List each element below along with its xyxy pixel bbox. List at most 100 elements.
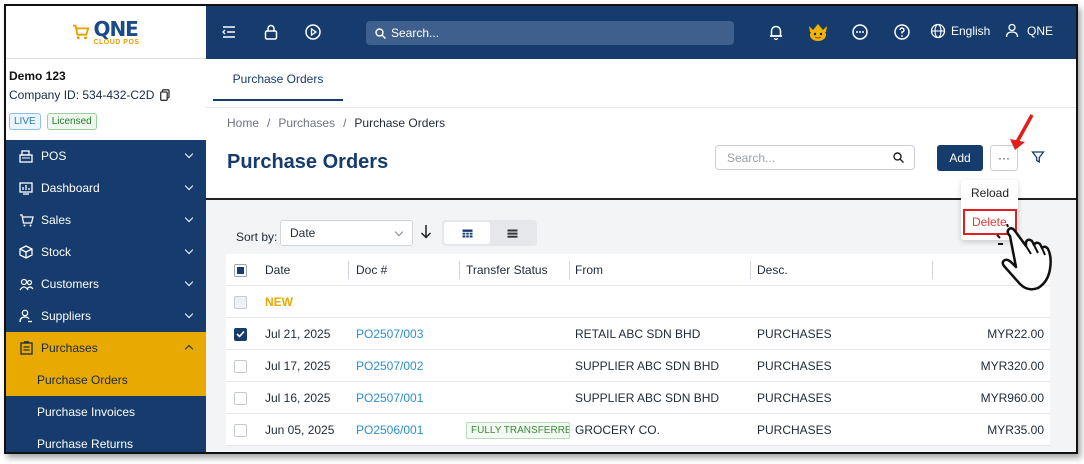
list-view-icon (507, 229, 517, 238)
pos-register-icon (18, 148, 34, 164)
menu-item-reload[interactable]: Reload (961, 180, 1018, 206)
search-icon (375, 27, 386, 39)
chevron-down-icon (184, 277, 194, 287)
live-badge: LIVE (9, 113, 41, 130)
sidebar-item-pos[interactable]: POS (6, 140, 206, 172)
row-checkbox[interactable] (234, 327, 247, 341)
row-doc-link[interactable]: PO2506/001 (356, 414, 423, 446)
row-checkbox[interactable] (234, 391, 247, 405)
pointing-hand-icon (996, 224, 1052, 291)
company-id: Company ID: 534-432-C2D (9, 88, 203, 102)
view-toggle (442, 220, 537, 246)
play-icon[interactable] (304, 23, 322, 41)
row-amount: MYR22.00 (987, 327, 1044, 341)
sidebar-nav: POS Dashboard Sales Stock Customers Supp… (6, 140, 206, 452)
column-header-desc[interactable]: Desc. (757, 254, 788, 286)
add-button[interactable]: Add (937, 145, 983, 171)
row-checkbox[interactable] (234, 359, 247, 373)
dashboard-icon (18, 180, 34, 196)
sidebar-subitem-purchase-returns[interactable]: Purchase Returns (6, 428, 206, 452)
table-row[interactable]: Jul 17, 2025 PO2507/002 SUPPLIER ABC SDN… (226, 350, 1050, 382)
sidebar-item-stock[interactable]: Stock (6, 236, 206, 268)
row-amount: MYR35.00 (987, 423, 1044, 437)
language-label: English (951, 24, 991, 38)
column-header-doc[interactable]: Doc # (356, 254, 387, 286)
table-row[interactable]: Jun 05, 2025 PO2506/001 FULLY TRANSFERRE… (226, 414, 1050, 446)
row-date: Jul 17, 2025 (265, 359, 331, 373)
sidebar-item-sales[interactable]: Sales (6, 204, 206, 236)
page-title: Purchase Orders (227, 151, 389, 173)
help-icon[interactable] (893, 23, 911, 41)
group-label: NEW (265, 295, 293, 309)
row-date: Jul 21, 2025 (265, 327, 331, 341)
logo-area[interactable]: QNE CLOUD POS (6, 6, 206, 59)
sidebar-item-label: Purchases (41, 341, 98, 355)
tab-purchase-orders[interactable]: Purchase Orders (213, 59, 343, 101)
sidebar-item-customers[interactable]: Customers (6, 268, 206, 300)
lock-icon[interactable] (262, 23, 280, 41)
column-header-transfer-status[interactable]: Transfer Status (466, 254, 548, 286)
sort-select[interactable]: Date (280, 220, 413, 246)
list-search-input[interactable]: Search... (715, 145, 915, 170)
row-desc: PURCHASES (757, 359, 832, 373)
customers-icon (18, 276, 34, 292)
supplier-icon (18, 308, 34, 324)
sidebar-item-label: Dashboard (41, 181, 100, 195)
row-desc: PURCHASES (757, 423, 832, 437)
sidebar-subitem-purchase-orders[interactable]: Purchase Orders (6, 364, 206, 396)
column-header-date[interactable]: Date (265, 254, 290, 286)
check-icon (236, 330, 245, 338)
row-from: SUPPLIER ABC SDN BHD (575, 391, 720, 405)
logo-subtext: CLOUD POS (93, 38, 140, 46)
sidebar-item-label: Stock (41, 245, 72, 259)
row-from: GROCERY CO. (575, 423, 660, 437)
purchase-icon (18, 340, 34, 356)
language-selector[interactable]: English (930, 23, 990, 39)
group-checkbox[interactable] (234, 295, 247, 309)
table-header-row: Date Doc # Transfer Status From Desc. A (226, 254, 1050, 286)
table-view-button[interactable] (444, 222, 490, 244)
row-doc-link[interactable]: PO2507/002 (356, 350, 423, 382)
user-icon (1005, 23, 1019, 38)
chat-icon[interactable] (851, 23, 869, 41)
list-search-placeholder: Search... (727, 150, 776, 165)
sort-direction-icon[interactable] (420, 224, 432, 239)
sidebar: QNE CLOUD POS Demo 123 Company ID: 534-4… (6, 6, 206, 452)
sidebar-subitem-purchase-invoices[interactable]: Purchase Invoices (6, 396, 206, 428)
chevron-down-icon (184, 213, 194, 223)
logo-text: QNE (93, 16, 138, 41)
sidebar-item-suppliers[interactable]: Suppliers (6, 300, 206, 332)
table-row[interactable]: Jul 16, 2025 PO2507/001 SUPPLIER ABC SDN… (226, 382, 1050, 414)
user-menu[interactable]: QNE (1005, 23, 1053, 38)
breadcrumb-purchases[interactable]: Purchases (278, 116, 335, 130)
column-divider (932, 261, 933, 279)
company-info: Demo 123 Company ID: 534-432-C2D LIVE Li… (6, 59, 206, 140)
tab-bar: Purchase Orders (206, 59, 1076, 108)
menu-collapse-icon[interactable] (220, 23, 238, 41)
sidebar-item-purchases[interactable]: Purchases (6, 332, 206, 364)
crown-mascot-icon[interactable] (806, 22, 830, 42)
breadcrumb-home[interactable]: Home (227, 116, 259, 130)
licensed-badge: Licensed (46, 113, 97, 130)
chevron-down-icon (184, 149, 194, 159)
column-header-from[interactable]: From (575, 254, 603, 286)
select-all-checkbox[interactable] (234, 263, 247, 277)
row-doc-link[interactable]: PO2507/001 (356, 382, 423, 414)
table-row[interactable]: Jul 21, 2025 PO2507/003 RETAIL ABC SDN B… (226, 318, 1050, 350)
sidebar-item-dashboard[interactable]: Dashboard (6, 172, 206, 204)
list-view-button[interactable] (489, 222, 535, 244)
bell-icon[interactable] (767, 23, 785, 41)
row-desc: PURCHASES (757, 327, 832, 341)
row-amount: MYR960.00 (980, 391, 1044, 405)
column-divider (750, 261, 751, 279)
row-desc: PURCHASES (757, 391, 832, 405)
table-view-icon (462, 229, 472, 237)
row-doc-link[interactable]: PO2507/003 (356, 318, 423, 350)
filter-icon[interactable] (1031, 150, 1045, 164)
row-checkbox[interactable] (234, 423, 247, 437)
copy-icon[interactable] (160, 89, 171, 101)
global-search-placeholder: Search... (391, 26, 440, 40)
global-search-input[interactable]: Search... (366, 21, 734, 45)
sidebar-item-label: Customers (41, 277, 100, 291)
column-divider (569, 261, 570, 279)
